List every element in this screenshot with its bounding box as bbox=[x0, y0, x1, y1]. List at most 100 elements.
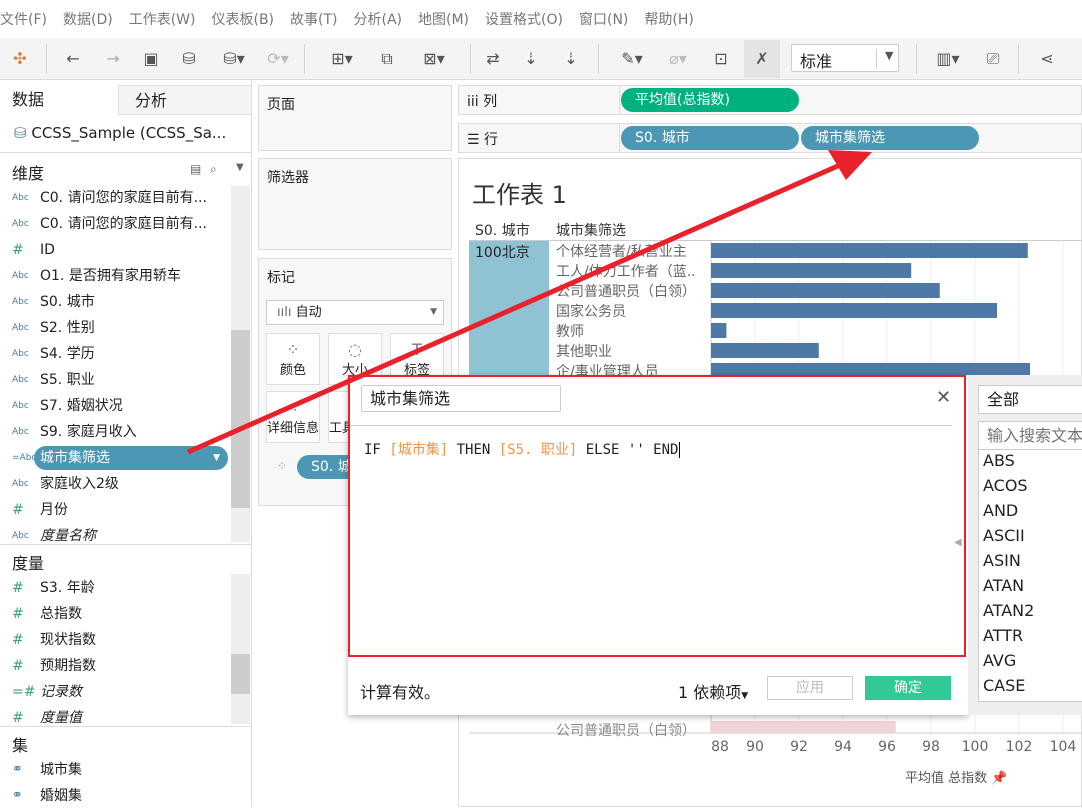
view-size-select[interactable]: 标准 ▼ bbox=[791, 44, 899, 72]
bar-partial[interactable] bbox=[711, 721, 896, 733]
datasource-item[interactable]: ⛁ CCSS_Sample (CCSS_Sa... bbox=[14, 124, 226, 142]
field-item[interactable]: Abc C0. 请问您的家庭目前有... bbox=[0, 211, 230, 237]
menu-item[interactable]: 窗口(N) bbox=[579, 9, 628, 29]
field-item[interactable]: =# 记录数 bbox=[0, 679, 230, 705]
menu-item[interactable]: 设置格式(O) bbox=[485, 9, 563, 29]
duplicate-sheet-icon[interactable]: ⧉ bbox=[372, 46, 402, 72]
share-icon[interactable]: ⋖ bbox=[1034, 46, 1060, 72]
function-item[interactable]: ASCII bbox=[983, 526, 1025, 545]
search-icon[interactable]: ⌕ bbox=[210, 162, 217, 177]
field-item[interactable]: Abc S2. 性别 bbox=[0, 315, 230, 341]
tab-analysis[interactable]: 分析 bbox=[118, 85, 252, 115]
function-item[interactable]: ABS bbox=[983, 451, 1015, 470]
new-worksheet-icon[interactable]: ⊞▾ bbox=[318, 46, 366, 72]
rows-pill-city[interactable]: S0. 城市 bbox=[621, 126, 799, 150]
sort-descending-icon[interactable]: ⇣ bbox=[558, 46, 584, 72]
field-item[interactable]: Abc S4. 学历 bbox=[0, 341, 230, 367]
marks-color-button[interactable]: ⁘ 颜色 bbox=[266, 333, 320, 385]
field-item[interactable]: Abc O1. 是否拥有家用轿车 bbox=[0, 263, 230, 289]
sort-ascending-icon[interactable]: ⇣ bbox=[518, 46, 544, 72]
pause-updates-icon[interactable]: ⛁▾ bbox=[214, 46, 254, 72]
field-item[interactable]: # 总指数 bbox=[0, 601, 230, 627]
clear-sheet-icon[interactable]: ⊠▾ bbox=[410, 46, 458, 72]
filters-shelf[interactable]: 筛选器 bbox=[258, 158, 452, 250]
pages-shelf[interactable]: 页面 bbox=[258, 85, 452, 151]
field-item[interactable]: Abc S7. 婚姻状况 bbox=[0, 393, 230, 419]
field-item[interactable]: # 度量值 bbox=[0, 705, 230, 731]
save-icon[interactable]: ▣ bbox=[138, 46, 164, 72]
presentation-icon[interactable]: ⎚ bbox=[980, 46, 1006, 72]
function-search-input[interactable] bbox=[978, 421, 1082, 450]
list-view-icon[interactable]: ▤ bbox=[190, 162, 201, 176]
menu-item[interactable]: 数据(D) bbox=[63, 9, 113, 29]
back-icon[interactable]: ← bbox=[60, 46, 86, 72]
group-icon[interactable]: ⌀▾ bbox=[660, 46, 696, 72]
bar[interactable] bbox=[711, 303, 997, 318]
forward-icon[interactable]: → bbox=[100, 46, 126, 72]
function-item[interactable]: AVG bbox=[983, 651, 1016, 670]
menu-item[interactable]: 地图(M) bbox=[418, 9, 469, 29]
rows-pill-city-set-filter[interactable]: 城市集筛选 bbox=[801, 126, 979, 150]
field-item[interactable]: # 现状指数 bbox=[0, 627, 230, 653]
measures-scrollbar[interactable] bbox=[231, 574, 250, 724]
function-item[interactable]: AND bbox=[983, 501, 1018, 520]
bar[interactable] bbox=[711, 243, 1028, 258]
menu-item[interactable]: 文件(F) bbox=[0, 9, 47, 29]
dimensions-menu-icon[interactable]: ▼ bbox=[236, 162, 244, 173]
field-item[interactable]: # 预期指数 bbox=[0, 653, 230, 679]
rows-shelf[interactable]: ☰ 行 S0. 城市 城市集筛选 bbox=[458, 123, 1082, 153]
columns-shelf[interactable]: iii 列 平均值(总指数) bbox=[458, 85, 1082, 115]
menu-item[interactable]: 故事(T) bbox=[290, 9, 337, 29]
field-item[interactable]: # S3. 年龄 bbox=[0, 575, 230, 601]
set-item[interactable]: ⚭ 婚姻集 bbox=[0, 783, 230, 809]
field-item[interactable]: # 月份 bbox=[0, 497, 230, 523]
close-icon[interactable]: ✕ bbox=[936, 387, 951, 408]
formula-editor[interactable]: IF [城市集] THEN [S5. 职业] ELSE '' END bbox=[364, 439, 681, 459]
show-me-icon[interactable]: ▥▾ bbox=[928, 46, 968, 72]
function-item[interactable]: CASE bbox=[983, 676, 1025, 695]
field-item[interactable]: Abc C0. 请问您的家庭目前有... bbox=[0, 185, 230, 211]
set-item[interactable]: ⚭ 城市集 bbox=[0, 757, 230, 783]
tableau-logo-icon[interactable]: ✣ bbox=[8, 46, 32, 72]
fix-axes-icon[interactable]: ✗ bbox=[744, 40, 780, 78]
columns-pill[interactable]: 平均值(总指数) bbox=[621, 88, 799, 112]
field-item[interactable]: =Abc 城市集筛选 ▼ bbox=[0, 445, 230, 471]
show-labels-icon[interactable]: ⊡ bbox=[708, 46, 734, 72]
field-item[interactable]: # ID bbox=[0, 237, 230, 263]
field-item[interactable]: Abc S9. 家庭月收入 bbox=[0, 419, 230, 445]
tab-data[interactable]: 数据 bbox=[0, 85, 118, 115]
refresh-icon[interactable]: ⟳▾ bbox=[258, 46, 298, 72]
dependencies-dropdown[interactable]: 1 依赖项▼ bbox=[678, 679, 748, 703]
swap-icon[interactable]: ⇄ bbox=[480, 46, 506, 72]
bar[interactable] bbox=[711, 283, 940, 298]
apply-button[interactable]: 应用 bbox=[767, 676, 853, 700]
field-item[interactable]: Abc 度量名称 bbox=[0, 523, 230, 549]
menu-item[interactable]: 帮助(H) bbox=[644, 9, 693, 29]
highlight-icon[interactable]: ✎▾ bbox=[612, 46, 652, 72]
new-datasource-icon[interactable]: ⛁ bbox=[176, 46, 202, 72]
ok-button[interactable]: 确定 bbox=[865, 676, 951, 700]
field-item[interactable]: Abc 家庭收入2级 bbox=[0, 471, 230, 497]
field-item[interactable]: Abc S0. 城市 bbox=[0, 289, 230, 315]
function-category-select[interactable]: 全部 bbox=[978, 385, 1082, 414]
menu-bar: 文件(F) 数据(D) 工作表(W) 仪表板(B) 故事(T) 分析(A) 地图(M) 设置格… bbox=[0, 0, 1082, 38]
menu-item[interactable]: 分析(A) bbox=[354, 9, 403, 29]
bar[interactable] bbox=[711, 343, 819, 358]
bar[interactable] bbox=[711, 323, 727, 338]
formula-keyword: THEN bbox=[448, 442, 499, 458]
selected-field-pill[interactable]: 城市集筛选 ▼ bbox=[34, 446, 228, 470]
dimensions-scrollbar[interactable] bbox=[231, 186, 250, 542]
function-item[interactable]: ATAN2 bbox=[983, 601, 1034, 620]
function-item[interactable]: ACOS bbox=[983, 476, 1028, 495]
bar[interactable] bbox=[711, 263, 912, 278]
calc-name-input[interactable]: 城市集筛选 bbox=[361, 385, 561, 412]
function-item[interactable]: ATAN bbox=[983, 576, 1024, 595]
function-item[interactable]: ASIN bbox=[983, 551, 1021, 570]
field-item[interactable]: Abc S5. 职业 bbox=[0, 367, 230, 393]
marks-detail-button[interactable]: ⁖ 详细信息 bbox=[266, 391, 320, 443]
menu-item[interactable]: 仪表板(B) bbox=[211, 9, 274, 29]
function-item[interactable]: ATTR bbox=[983, 626, 1023, 645]
menu-item[interactable]: 工作表(W) bbox=[129, 9, 196, 29]
collapse-panel-icon[interactable]: ◀ bbox=[954, 537, 962, 548]
mark-type-select[interactable]: ıılı 自动 ▼ bbox=[266, 300, 444, 325]
